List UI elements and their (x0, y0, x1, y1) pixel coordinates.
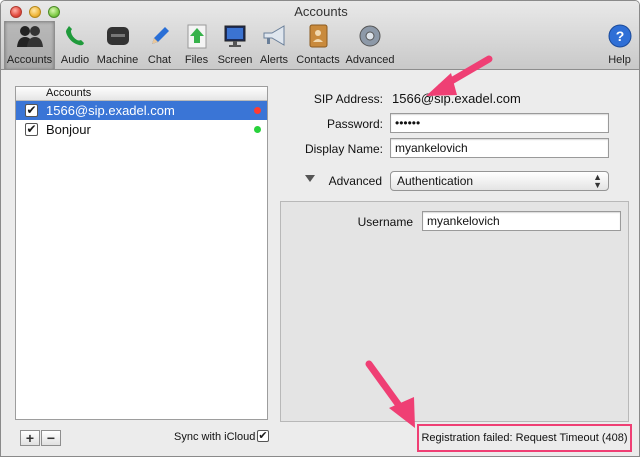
annotation-arrow-sip (426, 55, 493, 96)
preferences-window: Accounts Accounts Audio Machine Chat Fil… (0, 0, 640, 457)
annotation-arrow-status (365, 360, 415, 428)
annotation-arrows (365, 55, 493, 428)
